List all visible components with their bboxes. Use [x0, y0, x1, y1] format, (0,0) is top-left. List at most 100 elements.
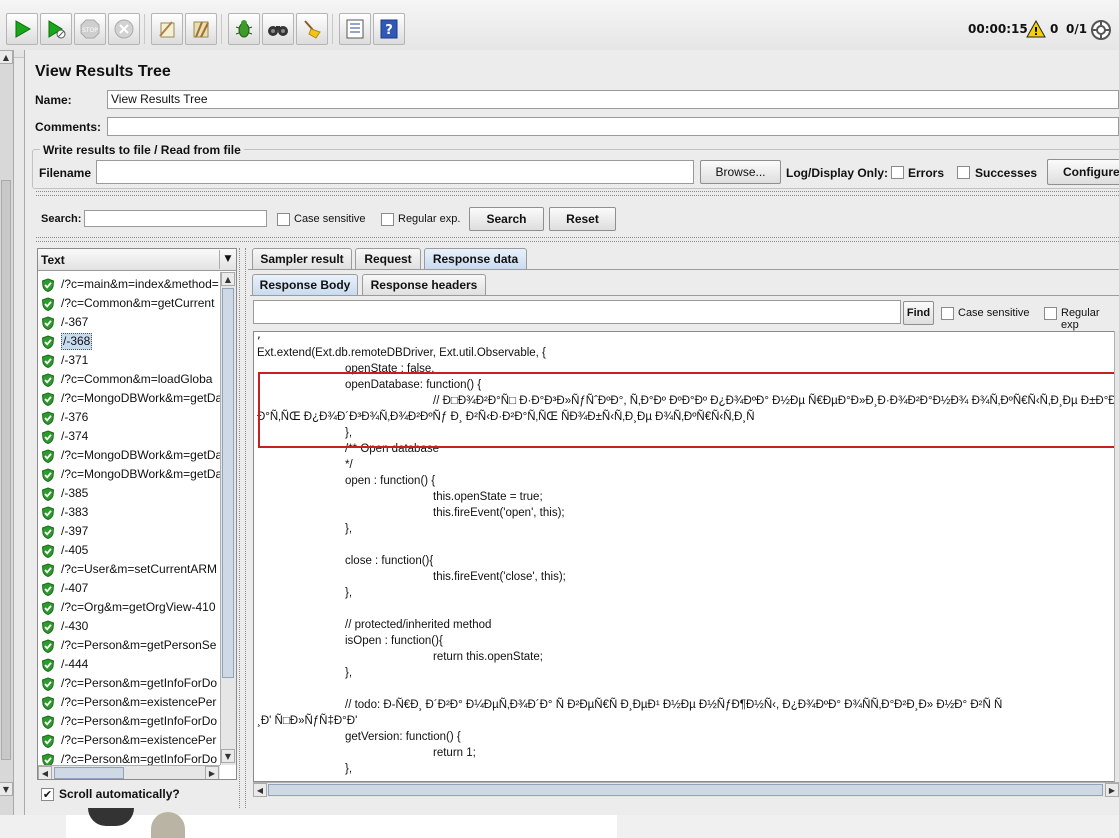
tree-item[interactable]: /?c=Common&m=loadGloba [40, 370, 220, 389]
tree-item-label: /-407 [61, 581, 89, 595]
help-button[interactable]: ? [373, 13, 405, 45]
start-button[interactable] [6, 13, 38, 45]
scroll-left-arrow[interactable]: ◀ [253, 783, 267, 797]
success-shield-icon [41, 449, 55, 463]
filename-field[interactable] [96, 160, 694, 184]
tree-item[interactable]: /-430 [40, 617, 220, 636]
code-line: */ [345, 459, 353, 471]
tree-item[interactable]: /?c=Person&m=getInfoForDo [40, 712, 220, 731]
tree-vscroll[interactable]: ▲ ▼ [220, 272, 236, 765]
tab-response-headers[interactable]: Response headers [362, 274, 486, 295]
file-group-title: Write results to file / Read from file [40, 143, 244, 157]
scroll-left-arrow[interactable]: ◀ [38, 766, 52, 779]
tree-hscroll[interactable]: ◀ ▶ [38, 765, 220, 779]
tree-item[interactable]: /-444 [40, 655, 220, 674]
success-shield-icon [41, 696, 55, 710]
splitter[interactable] [36, 191, 1119, 196]
tab-response-data[interactable]: Response data [424, 248, 527, 269]
tab-response-body[interactable]: Response Body [252, 274, 358, 295]
success-shield-icon [41, 563, 55, 577]
search-button-toolbar[interactable] [262, 13, 294, 45]
tree-item[interactable]: /-407 [40, 579, 220, 598]
tree-item-label: /?c=Person&m=getPersonSe [61, 638, 217, 652]
tree-item[interactable]: /?c=Common&m=getCurrent [40, 294, 220, 313]
response-body-text[interactable]: , Ext.extend(Ext.db.remoteDBDriver, Ext.… [253, 331, 1115, 782]
tree-hscroll-thumb[interactable] [54, 767, 124, 779]
successes-label: Successes [975, 166, 1038, 180]
find-regex-checkbox[interactable] [1044, 307, 1057, 320]
reset-search-button[interactable] [296, 13, 328, 45]
scroll-down-arrow[interactable]: ▼ [0, 782, 13, 796]
search-regex-checkbox[interactable] [381, 213, 394, 226]
response-vscroll[interactable] [1114, 331, 1119, 782]
scroll-right-arrow[interactable]: ▶ [1105, 783, 1119, 797]
errors-checkbox[interactable] [891, 166, 904, 179]
svg-text:STOP: STOP [82, 27, 98, 34]
search-case-sensitive-label: Case sensitive [294, 213, 366, 225]
clear-all-button[interactable] [185, 13, 217, 45]
find-case-sensitive-checkbox[interactable] [941, 307, 954, 320]
tree-item[interactable]: /?c=Person&m=existencePer [40, 693, 220, 712]
configure-button[interactable]: Configure [1047, 159, 1119, 185]
tree-item[interactable]: /-371 [40, 351, 220, 370]
search-label: Search: [41, 213, 82, 225]
tab-request[interactable]: Request [355, 248, 421, 269]
code-line: return 1; [433, 747, 476, 759]
find-input[interactable] [253, 300, 901, 324]
name-field[interactable]: View Results Tree [107, 90, 1119, 109]
tree-item[interactable]: /-376 [40, 408, 220, 427]
vertical-splitter[interactable] [239, 248, 246, 808]
tree-item[interactable]: /-405 [40, 541, 220, 560]
response-hscroll-thumb[interactable] [268, 784, 1103, 796]
warning-icon[interactable]: ! [1026, 20, 1046, 38]
tree-header[interactable]: Text ▼ [38, 249, 236, 271]
tree-item[interactable]: /-374 [40, 427, 220, 446]
scroll-up-arrow[interactable]: ▲ [221, 272, 235, 286]
tree-item[interactable]: /?c=Person&m=getPersonSe [40, 636, 220, 655]
search-input[interactable] [84, 210, 267, 227]
view-list-button[interactable] [339, 13, 371, 45]
chevron-down-icon[interactable]: ▼ [219, 250, 236, 269]
tree-item[interactable]: /?c=MongoDBWork&m=getDa [40, 446, 220, 465]
tree-item[interactable]: /-397 [40, 522, 220, 541]
tree-item[interactable]: /?c=main&m=index&method= [40, 275, 220, 294]
response-hscroll[interactable]: ◀ ▶ [253, 782, 1119, 797]
comments-field[interactable] [107, 117, 1119, 136]
tab-sampler-result[interactable]: Sampler result [252, 248, 352, 269]
tree-item[interactable]: /-385 [40, 484, 220, 503]
tree-item[interactable]: /?c=Person&m=getInfoForDo [40, 674, 220, 693]
splitter-2[interactable] [36, 237, 1119, 242]
shutdown-button[interactable] [108, 13, 140, 45]
start-no-pauses-button[interactable] [40, 13, 72, 45]
scroll-thumb[interactable] [1, 180, 11, 760]
tree-item[interactable]: /-368 [40, 332, 220, 351]
clear-button[interactable] [151, 13, 183, 45]
search-case-sensitive-checkbox[interactable] [277, 213, 290, 226]
tree-item[interactable]: /-383 [40, 503, 220, 522]
scroll-auto-checkbox[interactable]: ✔ [41, 788, 54, 801]
tree-item[interactable]: /?c=Org&m=getOrgView-410 [40, 598, 220, 617]
tree-item-label: /-405 [61, 543, 89, 557]
browse-button[interactable]: Browse... [700, 160, 781, 184]
tree-item-label: /?c=main&m=index&method= [61, 277, 219, 291]
successes-checkbox[interactable] [957, 166, 970, 179]
function-helper-button[interactable] [228, 13, 260, 45]
page-title: View Results Tree [35, 63, 171, 80]
search-button[interactable]: Search [469, 207, 544, 231]
stop-button[interactable]: STOP [74, 13, 106, 45]
find-button[interactable]: Find [903, 301, 934, 325]
scroll-up-arrow[interactable]: ▲ [0, 50, 13, 64]
test-plan-tree-scrollbar[interactable]: ▲ ▼ [0, 50, 14, 820]
tree-scroll-thumb[interactable] [222, 288, 234, 678]
scroll-down-arrow[interactable]: ▼ [221, 749, 235, 763]
reset-button[interactable]: Reset [549, 207, 616, 231]
thread-count: 0/1 [1066, 22, 1088, 36]
tree-item[interactable]: /-367 [40, 313, 220, 332]
tree-item[interactable]: /?c=User&m=setCurrentARM [40, 560, 220, 579]
tree-item[interactable]: /?c=Person&m=existencePer [40, 731, 220, 750]
success-shield-icon [41, 715, 55, 729]
tree-item[interactable]: /?c=MongoDBWork&m=getDa [40, 465, 220, 484]
tree-item[interactable]: /?c=MongoDBWork&m=getDa [40, 389, 220, 408]
success-shield-icon [41, 582, 55, 596]
scroll-right-arrow[interactable]: ▶ [205, 766, 219, 779]
